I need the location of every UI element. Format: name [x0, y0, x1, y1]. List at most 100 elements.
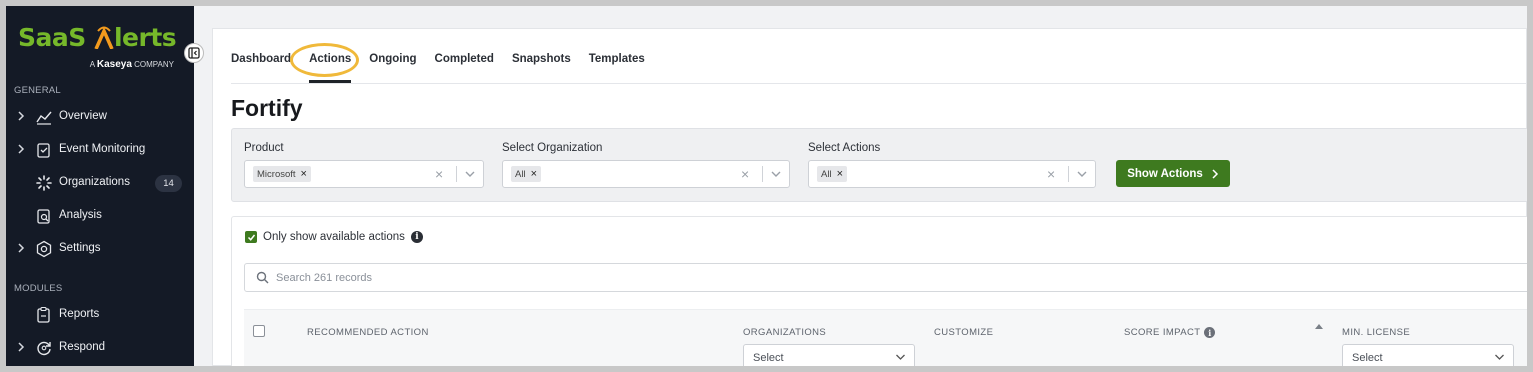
sidebar-collapse-icon	[188, 47, 200, 59]
select-placeholder: Select	[753, 352, 784, 364]
chip-label: Microsoft	[257, 168, 296, 180]
chevron-down-icon	[1495, 354, 1504, 360]
section-label-general: GENERAL	[14, 85, 61, 96]
tabs-divider	[231, 83, 1526, 84]
tab-actions[interactable]: Actions	[309, 53, 352, 83]
product-label: Product	[244, 142, 284, 154]
logo-text-lerts: lerts	[113, 23, 177, 52]
sidebar-item-overview[interactable]: Overview	[6, 104, 194, 130]
clear-icon[interactable]: ×	[741, 166, 749, 182]
chevron-down-icon	[896, 354, 905, 360]
organization-label: Select Organization	[502, 142, 603, 154]
select-separator	[456, 166, 457, 182]
brand-logo[interactable]: SaaS lerts A Kaseya COMPANY	[18, 22, 178, 71]
tab-completed[interactable]: Completed	[435, 53, 494, 77]
logo-text-saas: SaaS	[18, 23, 86, 52]
refresh-cycle-icon	[37, 341, 51, 356]
only-available-checkbox[interactable]	[245, 231, 257, 243]
loader-dots-icon	[36, 175, 52, 191]
chevron-right-icon	[18, 144, 25, 154]
product-chip: Microsoft ×	[253, 166, 311, 182]
chevron-right-icon	[1212, 168, 1218, 179]
table-header: RECOMMENDED ACTION ORGANIZATIONS CUSTOMI…	[244, 309, 1527, 366]
chevron-down-icon[interactable]	[770, 169, 782, 179]
chevron-right-icon	[18, 111, 25, 121]
remove-chip-icon[interactable]: ×	[531, 168, 537, 180]
clipboard-search-icon	[37, 209, 50, 224]
sidebar: SaaS lerts A Kaseya COMPANY GENERAL Over…	[6, 6, 194, 366]
actions-chip: All ×	[817, 166, 847, 182]
select-placeholder: Select	[1352, 352, 1383, 364]
sidebar-item-label: Event Monitoring	[59, 143, 146, 155]
only-available-option[interactable]: Only show available actions i	[245, 231, 423, 243]
min-license-filter-select[interactable]: Select	[1342, 344, 1514, 366]
sidebar-item-label: Overview	[59, 110, 107, 122]
sidebar-item-label: Analysis	[59, 209, 102, 221]
gear-hex-icon	[36, 240, 52, 258]
filter-panel: Product Microsoft × × Select Organizatio…	[231, 128, 1527, 202]
tab-dashboard[interactable]: Dashboard	[231, 53, 291, 77]
sidebar-item-respond[interactable]: Respond	[6, 335, 194, 361]
tagline-suffix: COMPANY	[134, 60, 174, 69]
column-header-customize[interactable]: CUSTOMIZE	[934, 327, 993, 338]
sidebar-item-label: Reports	[59, 308, 100, 320]
sidebar-item-organizations[interactable]: Organizations 14	[6, 170, 194, 196]
clear-icon[interactable]: ×	[1047, 166, 1055, 182]
logo-tagline: A Kaseya COMPANY	[90, 59, 174, 70]
actions-card: Only show available actions i Search 261…	[231, 216, 1527, 366]
organizations-count-badge: 14	[155, 175, 182, 192]
organization-chip: All ×	[511, 166, 541, 182]
show-actions-label: Show Actions	[1127, 167, 1203, 180]
select-all-checkbox[interactable]	[253, 325, 265, 337]
tab-snapshots[interactable]: Snapshots	[512, 53, 571, 77]
column-header-score-impact[interactable]: SCORE IMPACT i	[1124, 327, 1216, 338]
section-label-modules: MODULES	[14, 283, 63, 294]
sidebar-item-analysis[interactable]: Analysis	[6, 203, 194, 229]
search-input[interactable]: Search 261 records	[276, 272, 372, 284]
only-available-label: Only show available actions	[263, 231, 405, 243]
tab-templates[interactable]: Templates	[589, 53, 645, 77]
column-header-min-license[interactable]: MIN. LICENSE	[1342, 327, 1410, 338]
tab-ongoing[interactable]: Ongoing	[369, 53, 416, 77]
chevron-down-icon[interactable]	[1076, 169, 1088, 179]
page-tabs: Dashboard Actions Ongoing Completed Snap…	[231, 53, 663, 83]
sidebar-item-label: Settings	[59, 242, 101, 254]
sidebar-item-reports[interactable]: Reports	[6, 302, 194, 328]
info-icon[interactable]: i	[1204, 327, 1216, 338]
info-icon[interactable]: i	[410, 231, 423, 243]
sort-ascending-icon[interactable]	[1315, 324, 1323, 329]
select-separator	[762, 166, 763, 182]
tagline-prefix: A	[89, 60, 95, 69]
page-title: Fortify	[231, 95, 303, 121]
actions-select[interactable]: All × ×	[808, 160, 1096, 188]
chip-label: All	[821, 168, 832, 180]
tagline-company: Kaseya	[96, 59, 132, 70]
sidebar-item-event-monitoring[interactable]: Event Monitoring	[6, 137, 194, 163]
organization-select[interactable]: All × ×	[502, 160, 790, 188]
show-actions-button[interactable]: Show Actions	[1116, 160, 1230, 187]
chevron-down-icon[interactable]	[464, 169, 476, 179]
organizations-filter-select[interactable]: Select	[743, 344, 915, 366]
logo-signal-a-icon	[94, 23, 114, 52]
sidebar-item-label: Organizations	[59, 176, 130, 188]
chevron-right-icon	[18, 342, 25, 352]
clear-icon[interactable]: ×	[435, 166, 443, 182]
product-select[interactable]: Microsoft × ×	[244, 160, 484, 188]
sidebar-item-settings[interactable]: Settings	[6, 236, 194, 262]
search-icon	[256, 271, 269, 284]
checkmark-icon	[247, 234, 255, 241]
score-impact-label: SCORE IMPACT	[1124, 327, 1201, 338]
clipboard-icon	[37, 306, 50, 323]
search-box[interactable]: Search 261 records	[244, 263, 1527, 292]
remove-chip-icon[interactable]: ×	[837, 168, 843, 180]
actions-label: Select Actions	[808, 142, 881, 154]
remove-chip-icon[interactable]: ×	[301, 168, 307, 180]
column-header-organizations[interactable]: ORGANIZATIONS	[743, 327, 826, 338]
collapse-sidebar-button[interactable]	[184, 43, 204, 63]
chevron-right-icon	[18, 243, 25, 253]
sidebar-item-label: Respond	[59, 341, 106, 353]
chip-label: All	[515, 168, 526, 180]
column-header-recommended-action[interactable]: RECOMMENDED ACTION	[307, 327, 429, 338]
app-window: SaaS lerts A Kaseya COMPANY GENERAL Over…	[6, 6, 1527, 366]
clipboard-check-icon	[37, 143, 50, 158]
